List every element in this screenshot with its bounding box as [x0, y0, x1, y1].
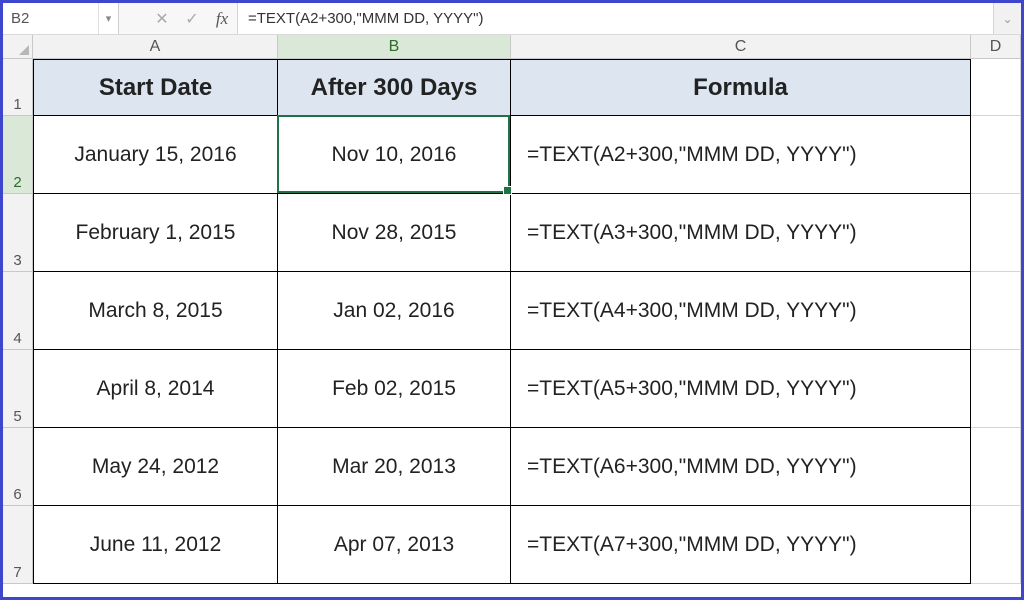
- cell-B3[interactable]: Nov 28, 2015: [278, 194, 511, 272]
- grid-body: 1Start DateAfter 300 DaysFormula2January…: [3, 59, 1021, 597]
- cell-D3[interactable]: [971, 194, 1021, 272]
- select-all-corner[interactable]: [3, 35, 33, 58]
- col-header-D[interactable]: D: [971, 35, 1021, 58]
- header-cell-B[interactable]: After 300 Days: [278, 59, 511, 116]
- cell-D5[interactable]: [971, 350, 1021, 428]
- cell-A4[interactable]: March 8, 2015: [33, 272, 278, 350]
- column-header-row: A B C D: [3, 35, 1021, 59]
- worksheet: A B C D 1Start DateAfter 300 DaysFormula…: [3, 35, 1021, 597]
- cell-D4[interactable]: [971, 272, 1021, 350]
- cell-C5[interactable]: =TEXT(A5+300,"MMM DD, YYYY"): [511, 350, 971, 428]
- cell-A7[interactable]: June 11, 2012: [33, 506, 278, 584]
- cell-C7[interactable]: =TEXT(A7+300,"MMM DD, YYYY"): [511, 506, 971, 584]
- col-header-B[interactable]: B: [278, 35, 511, 58]
- table-row: 3February 1, 2015Nov 28, 2015=TEXT(A3+30…: [3, 194, 1021, 272]
- spacer: [119, 3, 147, 34]
- table-row: 4March 8, 2015Jan 02, 2016=TEXT(A4+300,"…: [3, 272, 1021, 350]
- formula-input[interactable]: =TEXT(A2+300,"MMM DD, YYYY"): [237, 3, 993, 34]
- formula-bar-expand-icon[interactable]: ⌄: [993, 3, 1021, 34]
- header-cell-D[interactable]: [971, 59, 1021, 116]
- row-header[interactable]: 5: [3, 350, 33, 428]
- cell-A2[interactable]: January 15, 2016: [33, 116, 278, 194]
- row-header[interactable]: 6: [3, 428, 33, 506]
- row-header[interactable]: 7: [3, 506, 33, 584]
- table-row: 2January 15, 2016Nov 10, 2016=TEXT(A2+30…: [3, 116, 1021, 194]
- name-box-dropdown-icon[interactable]: ▾: [98, 3, 118, 34]
- fx-icon[interactable]: fx: [207, 3, 237, 34]
- cell-C4[interactable]: =TEXT(A4+300,"MMM DD, YYYY"): [511, 272, 971, 350]
- cancel-icon[interactable]: ✕: [147, 3, 177, 34]
- cell-C2[interactable]: =TEXT(A2+300,"MMM DD, YYYY"): [511, 116, 971, 194]
- table-row: 7June 11, 2012Apr 07, 2013=TEXT(A7+300,"…: [3, 506, 1021, 584]
- cell-C6[interactable]: =TEXT(A6+300,"MMM DD, YYYY"): [511, 428, 971, 506]
- row-header[interactable]: 2: [3, 116, 33, 194]
- excel-window: B2 ▾ ✕ ✓ fx =TEXT(A2+300,"MMM DD, YYYY")…: [0, 0, 1024, 600]
- cell-A6[interactable]: May 24, 2012: [33, 428, 278, 506]
- cell-D7[interactable]: [971, 506, 1021, 584]
- cell-D6[interactable]: [971, 428, 1021, 506]
- cell-A3[interactable]: February 1, 2015: [33, 194, 278, 272]
- cell-B7[interactable]: Apr 07, 2013: [278, 506, 511, 584]
- row-header[interactable]: 3: [3, 194, 33, 272]
- cell-D2[interactable]: [971, 116, 1021, 194]
- name-box-value[interactable]: B2: [3, 3, 98, 34]
- cell-B6[interactable]: Mar 20, 2013: [278, 428, 511, 506]
- cell-C3[interactable]: =TEXT(A3+300,"MMM DD, YYYY"): [511, 194, 971, 272]
- header-cell-A[interactable]: Start Date: [33, 59, 278, 116]
- enter-icon[interactable]: ✓: [177, 3, 207, 34]
- cell-B5[interactable]: Feb 02, 2015: [278, 350, 511, 428]
- table-row: 1Start DateAfter 300 DaysFormula: [3, 59, 1021, 116]
- col-header-C[interactable]: C: [511, 35, 971, 58]
- formula-bar: B2 ▾ ✕ ✓ fx =TEXT(A2+300,"MMM DD, YYYY")…: [3, 3, 1021, 35]
- table-row: 5April 8, 2014Feb 02, 2015=TEXT(A5+300,"…: [3, 350, 1021, 428]
- cell-A5[interactable]: April 8, 2014: [33, 350, 278, 428]
- name-box[interactable]: B2 ▾: [3, 3, 119, 34]
- header-cell-C[interactable]: Formula: [511, 59, 971, 116]
- row-header[interactable]: 1: [3, 59, 33, 116]
- cell-B4[interactable]: Jan 02, 2016: [278, 272, 511, 350]
- table-row: 6May 24, 2012Mar 20, 2013=TEXT(A6+300,"M…: [3, 428, 1021, 506]
- row-header[interactable]: 4: [3, 272, 33, 350]
- cell-B2[interactable]: Nov 10, 2016: [278, 116, 511, 194]
- col-header-A[interactable]: A: [33, 35, 278, 58]
